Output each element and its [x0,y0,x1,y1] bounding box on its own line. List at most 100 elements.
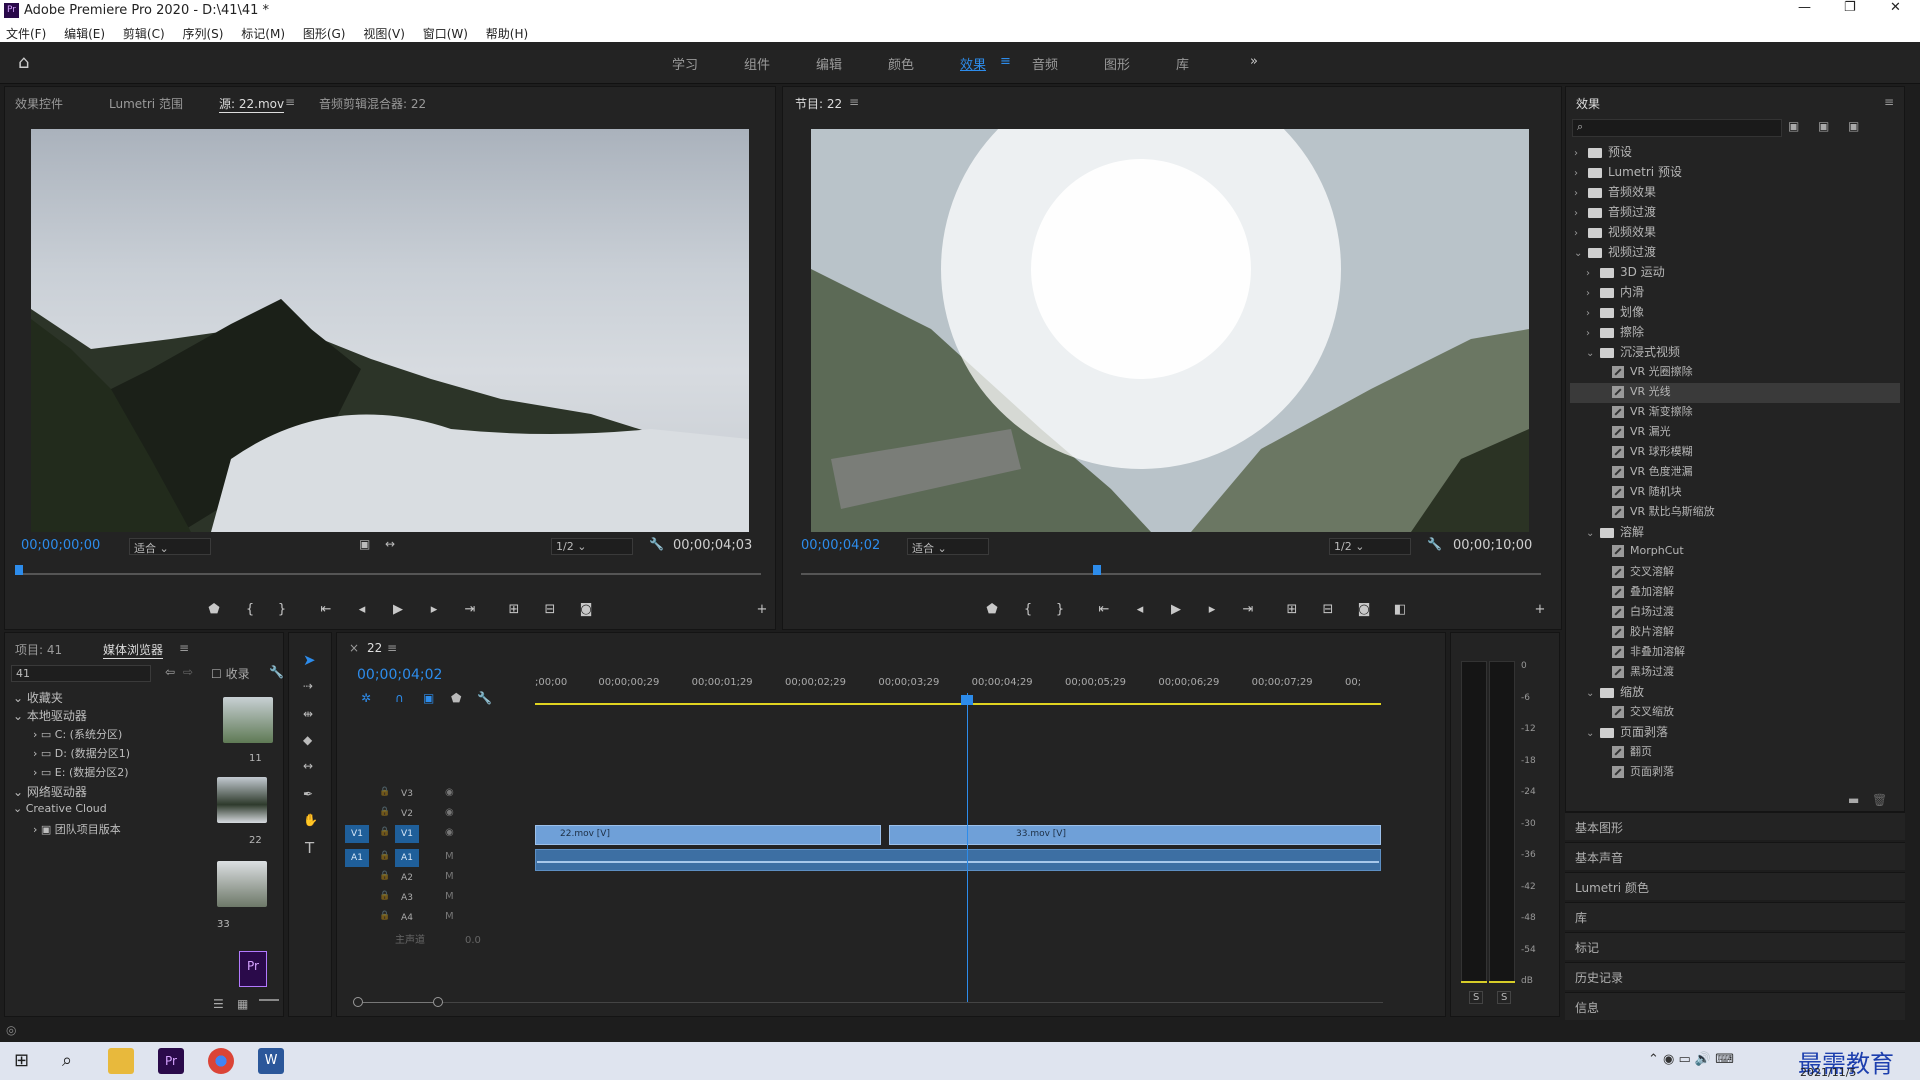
track-header-v2[interactable]: 🔒 V2 ◉ [345,805,529,825]
effect-folder[interactable]: › 视频效果 [1570,223,1900,243]
thumb-clip-22[interactable] [217,777,267,823]
premiere-project-icon[interactable]: Pr [239,951,267,987]
source-patch[interactable]: V1 [345,825,369,843]
yuv-effects-icon[interactable]: ▣ [1848,119,1859,133]
minimize-icon[interactable]: — [1798,0,1811,15]
effects-title[interactable]: 效果 [1576,95,1600,112]
tab-lumetri-scopes[interactable]: Lumetri 范围 [109,95,183,112]
search-icon[interactable]: ⌕ [62,1050,72,1071]
program-mark-out-icon[interactable]: } [1051,602,1069,617]
effect-folder[interactable]: ⌄ 沉浸式视频 [1570,343,1900,363]
snap-icon[interactable]: ∩ [395,691,404,705]
delete-icon[interactable]: 🗑 [1872,793,1887,807]
effect-item[interactable]: VR 默比乌斯缩放 [1570,503,1900,523]
section-lumetri-color[interactable]: Lumetri 颜色 [1565,872,1905,900]
path-dropdown[interactable]: 41 [11,665,151,682]
effect-folder[interactable]: › 音频过渡 [1570,203,1900,223]
premiere-taskbar-icon[interactable]: Pr [158,1048,184,1074]
menu-help[interactable]: 帮助(H) [486,27,528,41]
effect-item[interactable]: VR 渐变擦除 [1570,403,1900,423]
track-header-a1[interactable]: A1 🔒 A1 M [345,849,529,869]
effect-item[interactable]: VR 随机块 [1570,483,1900,503]
track-label[interactable]: A1 [395,849,419,867]
zoom-slider[interactable] [259,999,279,1001]
mute-icon[interactable]: M [445,851,454,862]
eye-icon[interactable]: ◉ [445,807,454,818]
mute-icon[interactable]: M [445,911,454,922]
32bit-effects-icon[interactable]: ▣ [1818,119,1829,133]
tree-drive-d[interactable]: › ▭ D: (数据分区1) [33,745,130,761]
add-marker-timeline-icon[interactable]: ⬟ [451,691,461,705]
clip-a1-audio[interactable] [535,849,1381,871]
source-patch[interactable]: A1 [345,849,369,867]
effect-item[interactable]: 交叉缩放 [1570,703,1900,723]
solo-right-button[interactable]: S [1497,991,1512,1004]
track-label[interactable]: A3 [395,889,419,907]
windows-start-icon[interactable]: ⊞ [14,1050,29,1071]
chevron-down-icon[interactable]: ⌄ [1586,728,1600,739]
section-essential-sound[interactable]: 基本声音 [1565,842,1905,870]
effect-folder[interactable]: ⌄ 缩放 [1570,683,1900,703]
add-marker-icon[interactable]: ⬟ [205,602,223,617]
lock-icon[interactable]: 🔒 [379,827,390,837]
forward-icon[interactable]: ⇨ [183,665,193,679]
program-scrubber[interactable] [801,573,1541,575]
clip-v1-22[interactable]: 22.mov [V] [535,825,881,845]
chevron-down-icon[interactable]: ⌄ [1586,688,1600,699]
track-label[interactable]: A4 [395,909,419,927]
workspace-menu-icon[interactable]: ≡ [1000,54,1011,69]
lock-icon[interactable]: 🔒 [379,787,390,797]
track-header-v1[interactable]: V1 🔒 V1 ◉ [345,825,529,845]
mute-icon[interactable]: M [445,871,454,882]
eye-icon[interactable]: ◉ [445,827,454,838]
workspace-audio[interactable]: 音频 [1032,54,1058,73]
chrome-icon[interactable] [208,1048,234,1074]
panel-menu-icon[interactable]: ≡ [285,95,295,109]
lift-icon[interactable]: ⊞ [1283,602,1301,617]
effect-item[interactable]: 翻页 [1570,743,1900,763]
workspace-color[interactable]: 颜色 [888,54,914,73]
program-play-icon[interactable]: ▶ [1167,602,1185,617]
timeline-zoom-bar[interactable] [363,1002,433,1003]
thumb-clip-11[interactable] [223,697,273,743]
effect-item[interactable]: 黑场过渡 [1570,663,1900,683]
effect-item[interactable]: 非叠加溶解 [1570,643,1900,663]
effect-folder[interactable]: › 预设 [1570,143,1900,163]
tab-source[interactable]: 源: 22.mov [219,95,285,113]
menu-window[interactable]: 窗口(W) [423,27,468,41]
solo-left-button[interactable]: S [1469,991,1484,1004]
icon-view-icon[interactable]: ▦ [237,997,248,1011]
thumb-clip-33[interactable] [217,861,267,907]
effect-item[interactable]: 交叉溶解 [1570,563,1900,583]
mark-out-icon[interactable]: } [273,602,291,617]
program-title[interactable]: 节目: 22 [795,95,842,112]
ripple-edit-tool-icon[interactable]: ⇹ [303,707,313,721]
go-to-in-icon[interactable]: ⇤ [317,602,335,617]
lock-icon[interactable]: 🔒 [379,807,390,817]
chevron-right-icon[interactable]: › [1574,228,1588,239]
tab-project[interactable]: 项目: 41 [15,641,62,658]
track-header-v3[interactable]: 🔒 V3 ◉ [345,785,529,805]
menu-clip[interactable]: 剪辑(C) [123,27,165,41]
source-insert-icon[interactable]: ↔ [385,537,395,551]
track-header-a2[interactable]: 🔒 A2 M [345,869,529,889]
source-timecode[interactable]: 00;00;00;00 [21,538,100,553]
menu-sequence[interactable]: 序列(S) [182,27,223,41]
workspace-libraries[interactable]: 库 [1176,54,1189,73]
chevron-down-icon[interactable]: ⌄ [1586,528,1600,539]
timeline-hscroll[interactable] [443,1002,1383,1003]
effect-folder[interactable]: › 擦除 [1570,323,1900,343]
chevron-right-icon[interactable]: › [1586,328,1600,339]
ingest-settings-icon[interactable]: 🔧 [269,665,284,679]
master-value[interactable]: 0.0 [465,935,481,946]
effect-item[interactable]: VR 光圈擦除 [1570,363,1900,383]
tree-network-drives[interactable]: ⌄ 网络驱动器 [13,783,87,800]
program-menu-icon[interactable]: ≡ [849,95,859,109]
menu-file[interactable]: 文件(F) [6,27,46,41]
tree-local-drives[interactable]: ⌄ 本地驱动器 [13,707,87,724]
section-libraries[interactable]: 库 [1565,902,1905,930]
source-fit-dropdown[interactable]: 适合 ⌄ [129,538,211,555]
workspace-assembly[interactable]: 组件 [744,54,770,73]
tray-icons[interactable]: ⌃ ◉ ▭ 🔊 ⌨ [1648,1052,1734,1067]
source-video-frame[interactable] [31,129,749,532]
